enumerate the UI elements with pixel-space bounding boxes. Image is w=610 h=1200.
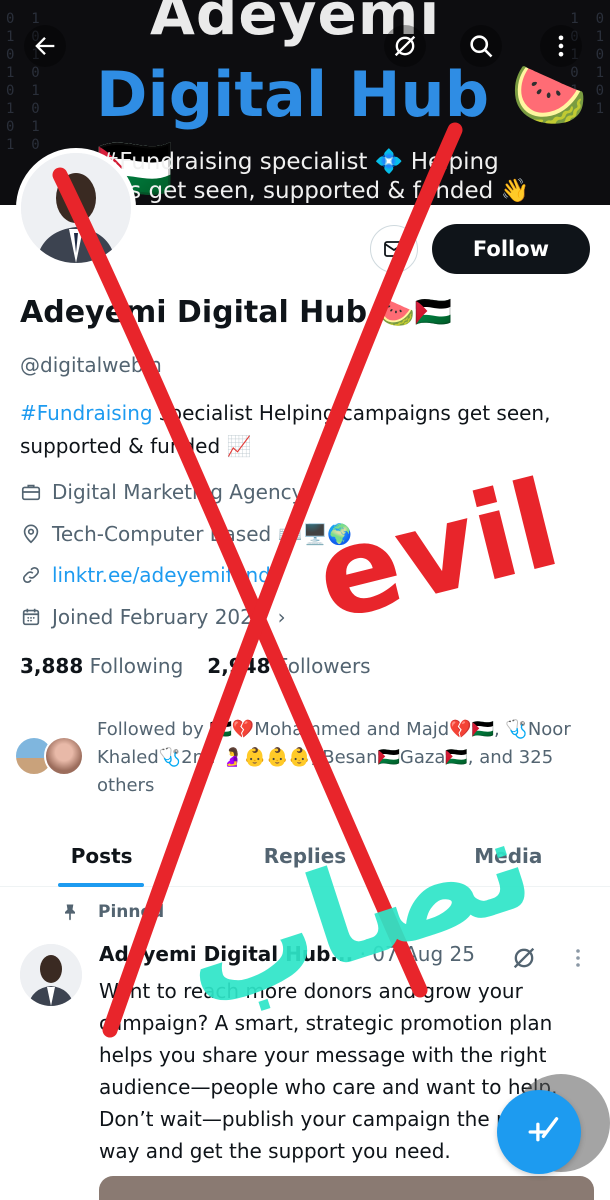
compose-post-button[interactable] — [497, 1090, 581, 1174]
profile-name: Adeyemi Digital Hub 🍉🇵🇸 — [20, 295, 453, 330]
pin-icon — [65, 904, 75, 921]
grok-icon — [394, 35, 416, 57]
follower-avatar — [44, 736, 84, 776]
active-tab-indicator — [58, 883, 144, 887]
more-vertical-icon — [558, 35, 564, 57]
following-link[interactable]: 3,888 Following — [20, 654, 183, 678]
envelope-icon — [384, 241, 404, 257]
following-count: 3,888 — [20, 654, 84, 678]
joined-label: Joined February 2025 — [52, 605, 266, 629]
profile-location: Tech-Computer Based ⌨️🖥️🌍 — [20, 522, 352, 546]
followers-label: Followers — [276, 654, 371, 678]
tab-posts-label: Posts — [70, 843, 133, 868]
banner-tagline-line2: gns get seen, supported & funded 👋 — [100, 178, 530, 204]
pinned-label: Pinned — [98, 902, 165, 922]
profile-stats: 3,888 Following 2,948 Followers — [20, 654, 371, 678]
message-button[interactable] — [370, 225, 418, 273]
red-handwritten-word: evil — [303, 455, 571, 648]
link-icon — [22, 566, 40, 584]
banner-tagline: #Fundraising specialist 💠 Helping gns ge… — [100, 148, 610, 205]
back-button[interactable] — [24, 25, 66, 67]
search-icon — [470, 35, 493, 58]
post-separator: · — [353, 942, 373, 966]
post-header: Adeyemi Digital Hub... · 07 Aug 25 — [99, 942, 475, 966]
post-media-thumbnail[interactable] — [99, 1176, 594, 1200]
followers-count: 2,948 — [207, 654, 271, 678]
profile-bio: #Fundraising specialist Helping campaign… — [20, 397, 595, 463]
tab-media[interactable]: Media — [407, 825, 610, 886]
arrow-left-icon — [35, 37, 55, 55]
profile-handle: @digitalwebin — [20, 353, 162, 377]
profile-avatar[interactable] — [16, 148, 136, 268]
profile-website[interactable]: linktr.ee/adeyemifund — [20, 563, 271, 587]
banner-tagline-line1: #Fundraising specialist 💠 Helping — [100, 149, 499, 175]
tab-replies-label: Replies — [263, 843, 347, 868]
website-link[interactable]: linktr.ee/adeyemifund — [52, 563, 271, 587]
profile-joined: Joined February 2025 › — [20, 605, 286, 629]
more-options-button[interactable] — [540, 25, 582, 67]
chevron-right-icon: › — [277, 605, 286, 629]
grok-icon[interactable] — [510, 944, 538, 972]
post-more-icon[interactable] — [566, 944, 590, 972]
grok-button[interactable] — [384, 25, 426, 67]
followed-by-avatars[interactable] — [14, 736, 94, 780]
profile-tabs: Posts Replies Media — [0, 825, 610, 887]
followers-link[interactable]: 2,948 Followers — [207, 654, 370, 678]
following-label: Following — [89, 654, 184, 678]
compose-plus-icon — [528, 1117, 559, 1142]
location-label: Tech-Computer Based ⌨️🖥️🌍 — [52, 522, 353, 546]
tab-replies[interactable]: Replies — [203, 825, 406, 886]
bio-hashtag-link[interactable]: #Fundraising — [20, 401, 153, 425]
search-button[interactable] — [460, 25, 502, 67]
post-avatar-photo — [20, 944, 82, 1006]
follow-button[interactable]: Follow — [432, 224, 590, 274]
location-pin-icon — [23, 524, 39, 544]
category-label: Digital Marketing Agency — [52, 480, 304, 504]
pinned-indicator: Pinned — [60, 902, 164, 922]
post-author-name[interactable]: Adeyemi Digital Hub... — [99, 942, 353, 966]
post-date[interactable]: 07 Aug 25 — [372, 942, 475, 966]
briefcase-icon — [21, 484, 41, 501]
tab-posts[interactable]: Posts — [0, 825, 203, 887]
profile-category: Digital Marketing Agency — [20, 480, 303, 504]
avatar-photo — [21, 153, 131, 263]
calendar-icon — [22, 608, 40, 626]
post-author-avatar[interactable] — [20, 944, 82, 1006]
tab-media-label: Media — [474, 843, 543, 868]
followed-by-text[interactable]: Followed by 🇵🇸💔Mohammed and Majd💔🇵🇸, 🩺No… — [97, 716, 602, 800]
